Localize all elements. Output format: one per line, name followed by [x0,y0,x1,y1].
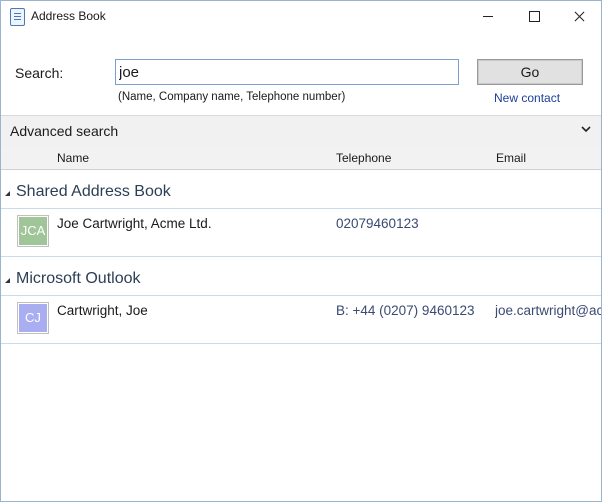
window-title: Address Book [31,9,106,23]
contact-telephone[interactable]: B: +44 (0207) 9460123 [336,303,475,318]
search-label: Search: [15,65,64,81]
contact-row[interactable]: CJ Cartwright, Joe B: +44 (0207) 9460123… [1,296,601,344]
group-title: Shared Address Book [16,183,171,200]
contact-email[interactable]: joe.cartwright@acme.co.uk [495,303,601,318]
collapse-arrow-icon[interactable] [5,191,10,196]
group-header-shared-address-book[interactable]: Shared Address Book [1,170,601,209]
contact-telephone[interactable]: 02079460123 [336,216,419,231]
column-header-email[interactable]: Email [496,151,526,165]
group-header-microsoft-outlook[interactable]: Microsoft Outlook [1,257,601,296]
avatar: CJ [17,302,49,334]
maximize-button[interactable] [511,1,557,32]
column-header-name[interactable]: Name [57,151,89,165]
column-header-row: Name Telephone Email [1,146,601,170]
new-contact-link[interactable]: New contact [494,91,560,105]
minimize-button[interactable] [465,1,511,32]
contact-name: Cartwright, Joe [57,303,148,318]
title-bar[interactable]: Address Book [1,1,601,32]
address-book-icon [10,8,25,26]
avatar: JCA [17,215,49,247]
contact-name: Joe Cartwright, Acme Ltd. [57,216,212,231]
contact-row[interactable]: JCA Joe Cartwright, Acme Ltd. 0207946012… [1,209,601,257]
chevron-down-icon [581,126,591,133]
group-title: Microsoft Outlook [16,270,141,287]
collapse-arrow-icon[interactable] [5,278,10,283]
address-book-window: Address Book Search: (Name, Company name… [0,0,602,502]
column-header-telephone[interactable]: Telephone [336,151,391,165]
go-button[interactable]: Go [477,59,583,85]
advanced-search-expander[interactable]: Advanced search [1,115,601,147]
close-button[interactable] [556,1,601,32]
search-input[interactable] [115,59,459,85]
advanced-search-label: Advanced search [10,123,119,139]
search-hint: (Name, Company name, Telephone number) [118,91,346,103]
